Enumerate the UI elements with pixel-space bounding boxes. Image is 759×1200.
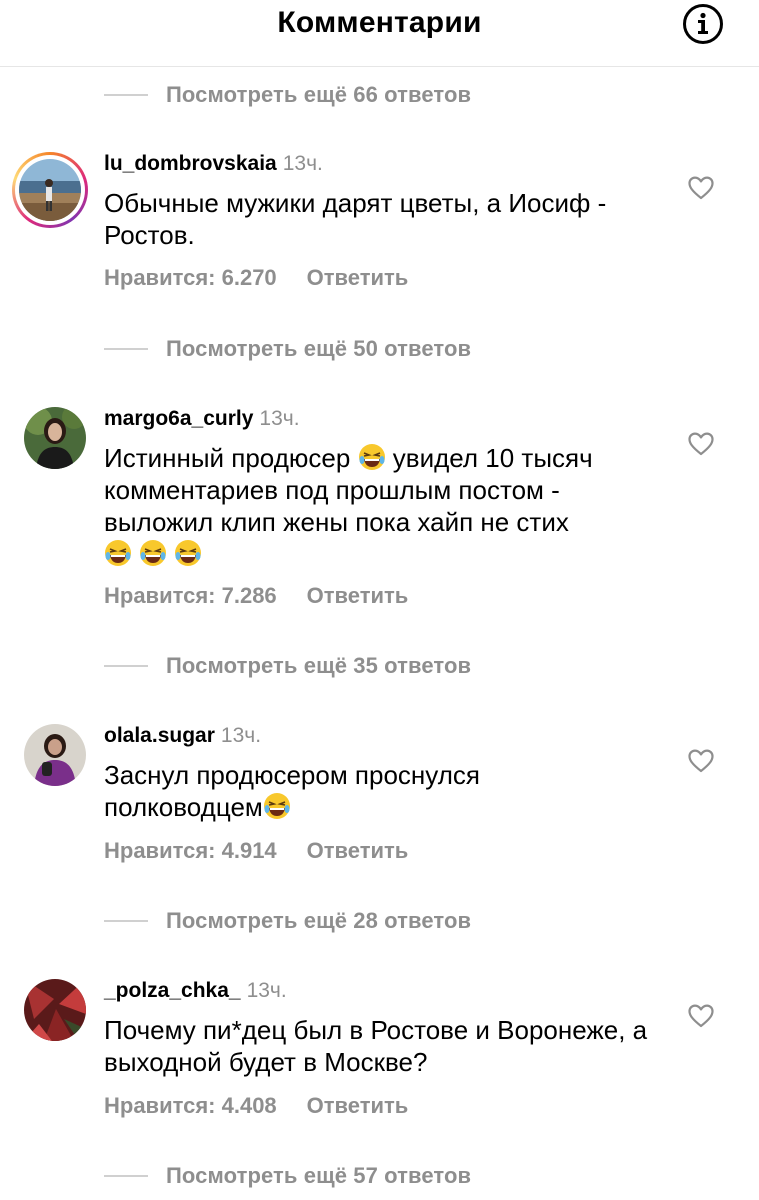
comment-text-part: Заснул продюсером проснулся полководцем [104,760,480,822]
divider-line [104,665,148,667]
divider-line [104,348,148,350]
view-more-replies[interactable]: Посмотреть ещё 35 ответов [104,651,471,681]
header-bar: Комментарии [0,0,759,67]
laughing-emoji [174,539,202,567]
username[interactable]: margo6a_curly [104,407,253,430]
heart-icon[interactable] [688,176,714,200]
timestamp: 13ч. [246,979,287,1002]
comment-text: Истинный продюсер увидел 10 тысяч коммен… [104,442,669,570]
view-more-label: Посмотреть ещё 57 ответов [166,1163,472,1188]
reply-button[interactable]: Ответить [307,265,409,290]
view-more-label: Посмотреть ещё 66 ответов [166,82,472,107]
info-icon[interactable] [682,3,724,45]
reply-button[interactable]: Ответить [307,1093,409,1118]
divider-line [104,94,148,96]
comment-text: Почему пи*дец был в Ростове и Воронеже, … [104,1015,648,1077]
timestamp: 13ч. [282,152,323,175]
view-more-replies[interactable]: Посмотреть ещё 57 ответов [104,1161,471,1191]
view-more-replies[interactable]: Посмотреть ещё 50 ответов [104,334,471,364]
laughing-emoji [104,539,132,567]
story-ring[interactable] [12,152,88,228]
comment-text-part: Истинный продюсер [104,443,351,473]
view-more-label: Посмотреть ещё 28 ответов [166,908,472,933]
likes-count[interactable]: Нравится: 4.914 [104,838,277,863]
comment-actions: Нравится: 6.270 Ответить [104,265,408,291]
laughing-emoji [263,792,291,820]
avatar[interactable] [24,724,86,786]
view-more-replies[interactable]: Посмотреть ещё 66 ответов [104,80,471,110]
username[interactable]: lu_dombrovskaia [104,152,277,175]
heart-icon[interactable] [688,749,714,773]
avatar[interactable] [24,407,86,469]
comment-actions: Нравится: 7.286 Ответить [104,583,408,609]
username[interactable]: olala.sugar [104,724,215,747]
avatar[interactable] [19,159,81,221]
username[interactable]: _polza_chka_ [104,979,241,1002]
comment-meta: lu_dombrovskaia 13ч. [104,151,323,177]
divider-line [104,1175,148,1177]
comment-actions: Нравится: 4.408 Ответить [104,1093,408,1119]
laughing-emoji [358,443,386,471]
comment-meta: olala.sugar 13ч. [104,723,261,749]
comment-meta: _polza_chka_ 13ч. [104,978,287,1004]
reply-button[interactable]: Ответить [307,583,409,608]
likes-count[interactable]: Нравится: 7.286 [104,583,277,608]
view-more-replies[interactable]: Посмотреть ещё 28 ответов [104,906,471,936]
laughing-emoji [139,539,167,567]
comment-text: Обычные мужики дарят цветы, а Иосиф - Ро… [104,188,607,250]
timestamp: 13ч. [259,407,300,430]
heart-icon[interactable] [688,1004,714,1028]
avatar[interactable] [24,979,86,1041]
heart-icon[interactable] [688,432,714,456]
page-title: Комментарии [277,6,482,39]
timestamp: 13ч. [220,724,262,747]
comment-actions: Нравится: 4.914 Ответить [104,838,408,864]
view-more-label: Посмотреть ещё 35 ответов [166,653,472,678]
view-more-label: Посмотреть ещё 50 ответов [166,336,472,361]
reply-button[interactable]: Ответить [307,838,409,863]
likes-count[interactable]: Нравится: 6.270 [104,265,277,290]
likes-count[interactable]: Нравится: 4.408 [104,1093,277,1118]
comment-text: Заснул продюсером проснулся полководцем [104,759,534,823]
comment-meta: margo6a_curly 13ч. [104,406,300,432]
divider-line [104,920,148,922]
